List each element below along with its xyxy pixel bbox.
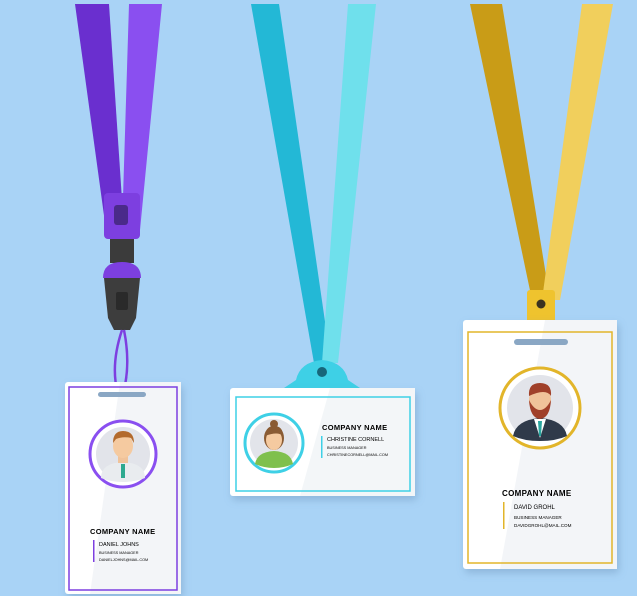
purple-buckle-slot [116, 292, 128, 310]
person-email: DAVIDGROHL@MAIL.COM [514, 523, 572, 528]
gold-badge: COMPANY NAME DAVID GROHL BUSINESS MANAGE… [463, 320, 617, 569]
gold-strap-right [542, 4, 613, 300]
purple-lanyard [75, 4, 162, 392]
cyan-strap-left [251, 4, 331, 363]
cyan-clip-hole [317, 367, 327, 377]
info-accent-line [503, 502, 505, 529]
person-email: DANIELJOHNS@MAIL.COM [99, 558, 148, 562]
company-name: COMPANY NAME [322, 423, 387, 432]
person-role: BUSINESS MANAGER [514, 515, 562, 520]
purple-buckle-cap [103, 262, 141, 278]
info-accent-line [93, 540, 95, 562]
person-role: BUSINESS MANAGER [99, 551, 139, 555]
cyan-lanyard [251, 4, 376, 388]
person-name: DAVID GROHL [514, 505, 556, 511]
person-role: BUSINESS MANAGER [327, 446, 367, 450]
purple-clip-slot [114, 205, 128, 225]
person-name: DANIEL JOHNS [99, 542, 139, 548]
cyan-strap-right [322, 4, 376, 363]
gold-lanyard [470, 4, 613, 340]
gold-strap-left [470, 4, 550, 300]
company-name: COMPANY NAME [502, 489, 572, 498]
lanyard-illustration: COMPANY NAME DANIEL JOHNS BUSINESS MANAG… [65, 4, 617, 594]
badge-slot [514, 339, 568, 345]
purple-buckle-stem [110, 239, 134, 263]
info-accent-line [321, 436, 323, 458]
gold-clip-hole [536, 299, 546, 309]
badge-slot [98, 392, 146, 397]
person-email: CHRISTINECORNELL@MAIL.COM [327, 453, 388, 457]
purple-badge: COMPANY NAME DANIEL JOHNS BUSINESS MANAG… [65, 382, 181, 594]
purple-cord [113, 329, 129, 392]
person-name: CHRISTINE CORNELL [327, 437, 384, 443]
company-name: COMPANY NAME [90, 527, 155, 536]
cyan-badge: COMPANY NAME CHRISTINE CORNELL BUSINESS … [230, 388, 415, 496]
